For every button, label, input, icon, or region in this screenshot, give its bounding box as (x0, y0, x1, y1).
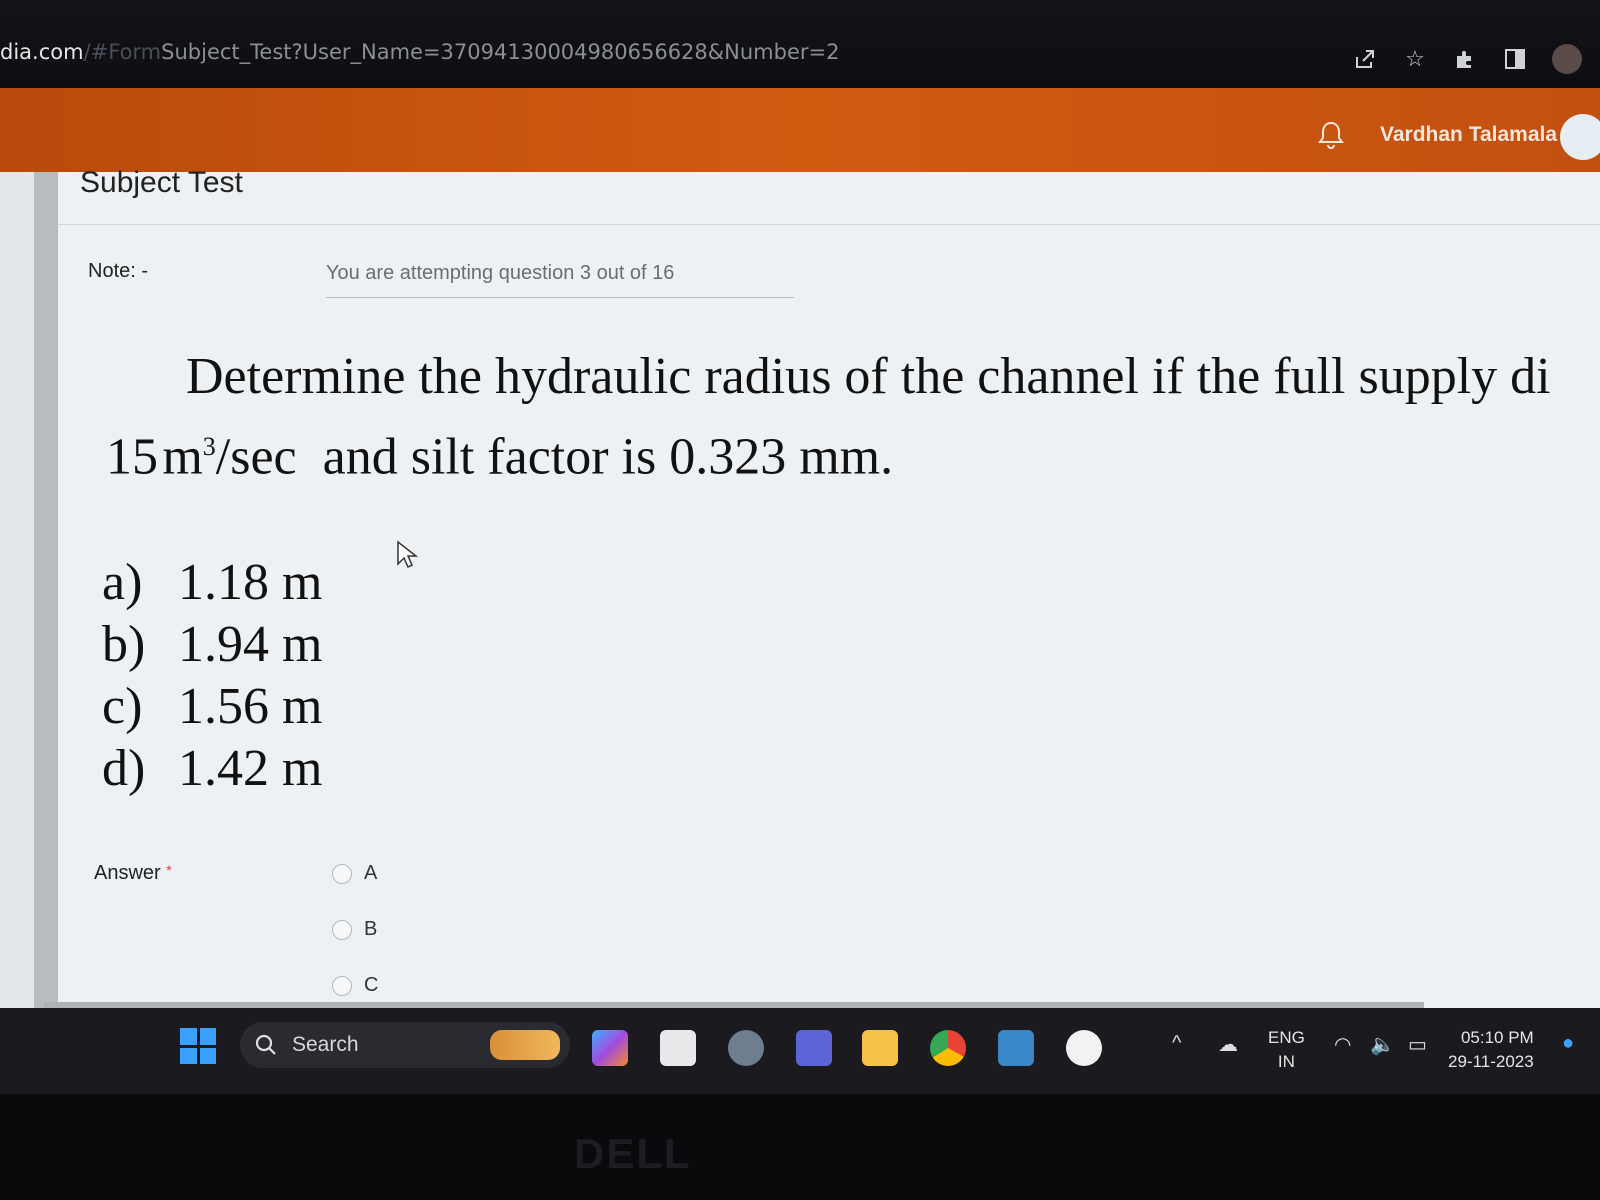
file-explorer-icon[interactable] (862, 1030, 898, 1066)
radio-a[interactable] (332, 863, 352, 884)
chrome-icon[interactable] (930, 1030, 966, 1066)
url-domain: dia.com (0, 40, 84, 64)
nxtwave-icon[interactable] (1066, 1030, 1102, 1066)
answer-choice-c[interactable]: C (332, 974, 378, 997)
radio-b[interactable] (332, 919, 352, 940)
language-indicator[interactable]: ENG IN (1268, 1026, 1305, 1074)
app-header: Vardhan Talamala (0, 88, 1600, 172)
dell-logo: DELL (574, 1130, 692, 1177)
address-bar[interactable]: dia.com/#FormSubject_Test?User_Name=3709… (0, 40, 839, 64)
teams-icon[interactable] (796, 1030, 832, 1066)
windows-taskbar: Search ^ ☁ ENG IN ◠ 🔈 ▭ 05:10 PM 29-11-2… (0, 1008, 1600, 1094)
chevron-up-icon[interactable]: ^ (1172, 1032, 1181, 1055)
answer-choice-a[interactable]: A (332, 862, 377, 885)
search-highlight-icon (490, 1030, 560, 1060)
question-text: Determine the hydraulic radius of the ch… (106, 342, 1551, 492)
extensions-icon[interactable] (1452, 46, 1478, 72)
option-c: c) 1.56 m (102, 678, 323, 735)
sidepanel-icon[interactable] (1502, 46, 1528, 72)
onedrive-icon[interactable]: ☁ (1218, 1032, 1238, 1057)
divider (58, 224, 1600, 225)
question-line-2-rest: and silt factor is 0.323 mm. (322, 428, 894, 486)
profile-icon[interactable] (1552, 44, 1582, 74)
answer-choice-b[interactable]: B (332, 918, 377, 941)
question-line-2: 15 m3/sec and silt factor is 0.323 mm. (106, 412, 1551, 492)
option-d: d) 1.42 m (102, 740, 323, 797)
option-b: b) 1.94 m (102, 616, 323, 673)
note-label: Note: - (88, 260, 149, 282)
search-label: Search (292, 1033, 359, 1056)
url-path: Subject_Test?User_Name=37094130004980656… (161, 40, 840, 64)
bell-icon[interactable] (1318, 120, 1344, 155)
flow-per: /sec (215, 428, 297, 486)
main-content: Subject Test Note: - You are attempting … (0, 166, 1600, 1008)
copilot-icon[interactable] (592, 1030, 628, 1066)
system-clock[interactable]: 05:10 PM 29-11-2023 (1448, 1026, 1534, 1074)
taskbar-search[interactable]: Search (240, 1022, 570, 1068)
flow-unit: m (162, 428, 203, 486)
flow-number: 15 (106, 428, 158, 486)
battery-icon[interactable]: ▭ (1408, 1032, 1427, 1057)
laptop-bezel (0, 1094, 1600, 1200)
calculator-icon[interactable] (998, 1030, 1034, 1066)
volume-icon[interactable]: 🔈 (1370, 1032, 1395, 1057)
task-view-icon[interactable] (660, 1030, 696, 1066)
options-list: a) 1.18 m b) 1.94 m c) 1.56 m d) 1.42 m (102, 552, 322, 800)
url-hash: /#Form (83, 40, 162, 64)
note-text: You are attempting question 3 out of 16 (326, 262, 675, 284)
radio-c[interactable] (332, 975, 352, 996)
required-mark: * (166, 862, 172, 878)
mouse-cursor-icon (397, 540, 418, 569)
search-icon (255, 1034, 276, 1055)
browser-toolbar: dia.com/#FormSubject_Test?User_Name=3709… (0, 0, 1600, 88)
page-title: Subject Test (80, 166, 243, 199)
question-line-1: Determine the hydraulic radius of the ch… (186, 348, 1551, 405)
settings-icon[interactable] (728, 1030, 764, 1066)
star-icon[interactable]: ☆ (1402, 46, 1428, 72)
avatar[interactable] (1560, 114, 1600, 160)
flow-exponent: 3 (202, 432, 216, 461)
username[interactable]: Vardhan Talamala (1380, 123, 1557, 147)
notification-bell-icon[interactable]: ● (1562, 1032, 1574, 1055)
sidebar-edge (34, 172, 58, 1008)
note-underline (326, 297, 794, 298)
wifi-icon[interactable]: ◠ (1334, 1032, 1351, 1057)
share-icon[interactable] (1352, 46, 1378, 72)
answer-label: Answer * (94, 862, 172, 884)
option-a: a) 1.18 m (102, 554, 323, 611)
windows-start-icon[interactable] (180, 1028, 216, 1064)
